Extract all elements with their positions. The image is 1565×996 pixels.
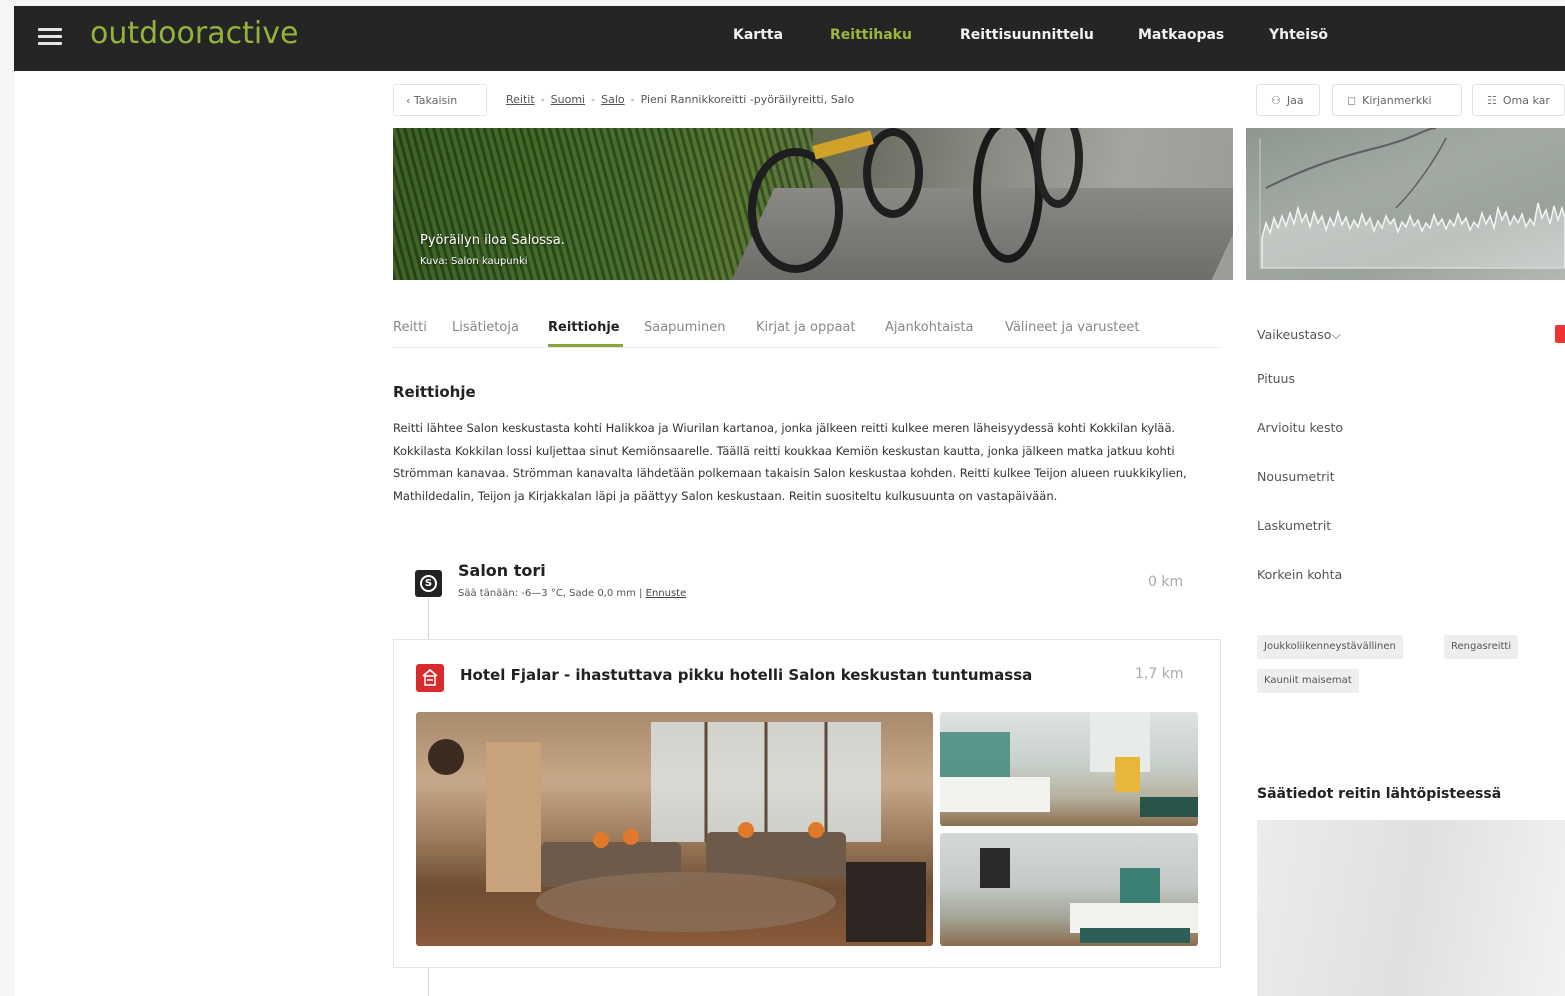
nav-item-reittihaku[interactable]: Reittihaku [830, 27, 912, 43]
duration-label: Arvioitu kesto [1257, 420, 1344, 435]
own-map-button[interactable]: ☷ Oma kar [1472, 84, 1565, 116]
share-icon: ⚇ [1271, 94, 1281, 107]
tab-kirjat-ja-oppaat[interactable]: Kirjat ja oppaat [756, 320, 856, 335]
stop-weather: Sää tänään: -6—3 °C, Sade 0,0 mm | Ennus… [458, 588, 687, 599]
tag-scenic[interactable]: Kauniit maisemat [1257, 669, 1359, 693]
breadcrumb-link-suomi[interactable]: Suomi [551, 93, 585, 106]
stop-distance: 0 km [1148, 574, 1184, 590]
tab-lisatietoja[interactable]: Lisätietoja [452, 320, 519, 335]
hotel-lobby-photo[interactable] [416, 712, 933, 946]
stop-name[interactable]: Salon tori [458, 561, 546, 580]
tag-public-transport[interactable]: Joukkoliikenneystävällinen [1257, 635, 1403, 659]
hero-credit: Kuva: Salon kaupunki [420, 256, 528, 267]
tag-loop-route[interactable]: Rengasreitti [1444, 635, 1519, 659]
top-navbar: outdooractive Kartta Reittihaku Reittisu… [14, 6, 1565, 71]
start-point-icon: S [415, 570, 442, 597]
bookmark-button[interactable]: ◻ Kirjanmerkki [1332, 84, 1462, 116]
back-button[interactable]: ‹ Takaisin [393, 84, 487, 116]
length-label: Pituus [1257, 371, 1295, 386]
difficulty-badge [1555, 325, 1565, 343]
route-description: Reitti lähtee Salon keskustasta kohti Ha… [393, 421, 1187, 503]
content-tabs: Reitti Lisätietoja Reittiohje Saapuminen… [393, 316, 1221, 348]
share-button[interactable]: ⚇ Jaa [1256, 84, 1320, 116]
breadcrumb-current: Pieni Rannikkoreitti -pyöräilyreitti, Sa… [640, 93, 855, 106]
poi-distance: 1,7 km [1135, 666, 1184, 682]
weather-widget[interactable] [1257, 820, 1565, 996]
elevation-profile [1259, 128, 1565, 269]
active-tab-indicator [548, 344, 623, 347]
hotel-room-photo-1[interactable] [940, 712, 1198, 826]
hero-image[interactable]: Pyöräilyn iloa Salossa. Kuva: Salon kaup… [393, 128, 1233, 280]
hotel-room-photo-2[interactable] [940, 833, 1198, 946]
tab-reittiohje[interactable]: Reittiohje [548, 320, 620, 335]
browser-frame-left [0, 0, 14, 996]
weather-section-title: Säätiedot reitin lähtöpisteessä [1257, 786, 1502, 802]
bookmark-icon: ◻ [1347, 94, 1357, 107]
breadcrumb-link-salo[interactable]: Salo [601, 93, 625, 106]
tab-reitti[interactable]: Reitti [393, 320, 427, 335]
page: outdooractive Kartta Reittihaku Reittisu… [0, 0, 1565, 996]
nav-item-yhteiso[interactable]: Yhteisö [1269, 27, 1328, 43]
map-thumbnail[interactable] [1246, 128, 1565, 280]
breadcrumb: Reitit - Suomi - Salo - Pieni Rannikkoreitti -… [506, 93, 855, 106]
breadcrumb-link-reitit[interactable]: Reitit [506, 93, 535, 106]
nav-item-reittisuunnittelu[interactable]: Reittisuunnittelu [960, 27, 1094, 43]
map-icon: ☷ [1487, 94, 1497, 107]
nav-item-matkaopas[interactable]: Matkaopas [1138, 27, 1224, 43]
hero-caption: Pyöräilyn iloa Salossa. [420, 233, 565, 248]
site-logo[interactable]: outdooractive [90, 16, 298, 51]
ascent-label: Nousumetrit [1257, 469, 1335, 484]
poi-card[interactable]: Hotel Fjalar - ihastuttava pikku hotelli… [393, 639, 1221, 968]
section-title: Reittiohje [393, 383, 476, 401]
tab-valineet-ja-varusteet[interactable]: Välineet ja varusteet [1005, 320, 1139, 335]
hotel-icon [416, 664, 444, 692]
highest-point-label: Korkein kohta [1257, 567, 1343, 582]
tab-ajankohtaista[interactable]: Ajankohtaista [885, 320, 973, 335]
difficulty-label[interactable]: Vaikeustaso⌵ [1257, 327, 1341, 343]
descent-label: Laskumetrit [1257, 518, 1332, 533]
forecast-link[interactable]: Ennuste [646, 588, 687, 599]
nav-item-kartta[interactable]: Kartta [733, 27, 783, 43]
menu-icon[interactable] [38, 28, 62, 46]
poi-title[interactable]: Hotel Fjalar - ihastuttava pikku hotelli… [460, 666, 1032, 684]
tab-saapuminen[interactable]: Saapuminen [644, 320, 725, 335]
